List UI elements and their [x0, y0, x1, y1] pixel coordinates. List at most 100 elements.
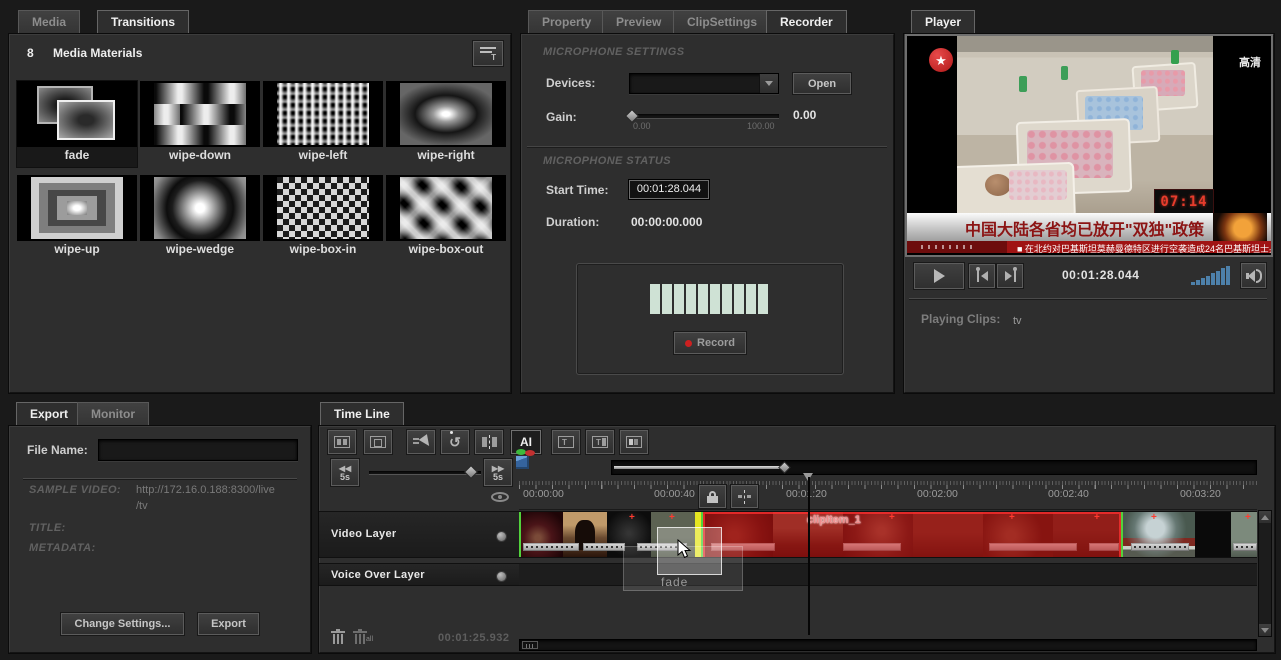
tab-recorder[interactable]: Recorder	[766, 10, 847, 33]
tab-monitor[interactable]: Monitor	[77, 402, 149, 425]
tab-export[interactable]: Export	[16, 402, 82, 425]
metadata-label: METADATA:	[29, 542, 96, 554]
start-time-label: Start Time:	[546, 183, 608, 197]
reset-marker-button[interactable]: ↺	[441, 430, 469, 454]
clip-thumbnail	[563, 512, 607, 558]
title-clip-button[interactable]: T	[552, 430, 580, 454]
ruler-label: 00:02:00	[917, 488, 958, 500]
eye-icon[interactable]	[491, 492, 509, 502]
mute-button[interactable]	[1241, 263, 1266, 288]
playing-clips-value: tv	[1013, 315, 1022, 327]
overwrite-clip-icon	[334, 436, 350, 448]
vertical-scrollbar[interactable]	[1258, 510, 1272, 637]
transition-item-wipe-down[interactable]: wipe-down	[140, 81, 260, 167]
select-tool-button[interactable]	[407, 430, 435, 454]
gain-value: 0.00	[793, 108, 816, 122]
overwrite-clip-button[interactable]	[328, 430, 356, 454]
tab-clipsettings[interactable]: ClipSettings	[673, 10, 771, 33]
devices-dropdown[interactable]	[629, 73, 779, 94]
transition-item-wipe-up[interactable]: wipe-up	[17, 175, 137, 261]
titles-toggle-button[interactable]: T	[473, 41, 503, 66]
open-button[interactable]: Open	[793, 73, 851, 94]
export-button[interactable]: Export	[198, 613, 259, 635]
scroll-down-button[interactable]	[1259, 624, 1271, 636]
microphone-settings-heading: MICROPHONE SETTINGS	[543, 46, 684, 58]
transition-thumbnail	[263, 81, 383, 147]
transition-item-wipe-left[interactable]: wipe-left	[263, 81, 383, 167]
record-meter-panel: Record	[576, 263, 844, 375]
record-button[interactable]: Record	[674, 332, 746, 354]
divider	[527, 146, 887, 147]
selected-clip[interactable]: clipItem_1	[703, 512, 1121, 558]
speaker-icon	[1246, 269, 1262, 283]
volume-meter[interactable]	[1190, 265, 1238, 285]
transition-item-wipe-box-out[interactable]: wipe-box-out	[386, 175, 506, 261]
trash-icon	[331, 629, 345, 644]
transition-item-wipe-wedge[interactable]: wipe-wedge	[140, 175, 260, 261]
jump-forward-button[interactable]: ▶▶ 5s	[484, 459, 512, 486]
play-icon	[934, 269, 945, 283]
scroll-up-button[interactable]	[1259, 511, 1271, 523]
divider	[23, 478, 297, 479]
horizontal-scrollbar-thumb[interactable]	[522, 641, 538, 649]
gain-slider-track[interactable]	[629, 114, 779, 119]
solid-clip-button[interactable]	[620, 430, 648, 454]
microphone-status-heading: MICROPHONE STATUS	[543, 155, 671, 167]
timeline-current-time: 00:01:25.932	[438, 632, 509, 644]
dropdown-arrow-button[interactable]	[759, 74, 778, 93]
timeline-ruler[interactable]: 00:00:00 00:00:40 00:01:20 00:02:00 00:0…	[519, 481, 1257, 510]
transition-label: wipe-left	[263, 148, 383, 162]
gain-max: 100.00	[747, 121, 775, 131]
trim-snap-button[interactable]	[731, 485, 758, 508]
voice-over-layer-header[interactable]: Voice Over Layer	[319, 563, 519, 586]
timeline-seekbar[interactable]	[611, 460, 1257, 475]
tab-property[interactable]: Property	[528, 10, 605, 33]
headline-graphic	[1213, 213, 1267, 241]
transition-item-wipe-right[interactable]: wipe-right	[386, 81, 506, 167]
record-button-label: Record	[697, 337, 735, 349]
zoom-slider-thumb[interactable]	[464, 465, 478, 479]
tab-media[interactable]: Media	[18, 10, 80, 33]
transition-thumbnail	[17, 175, 137, 241]
tab-preview[interactable]: Preview	[602, 10, 675, 33]
file-name-input[interactable]	[98, 439, 298, 461]
news-ticker: ■ 在北约对巴基斯坦莫赫曼德特区进行空袭造成24名巴基斯坦士兵阵	[907, 241, 1271, 253]
playhead-line[interactable]	[808, 477, 810, 635]
jump-forward-label: 5s	[493, 473, 503, 482]
ruler-label: 00:03:20	[1180, 488, 1221, 500]
lock-track-button[interactable]	[699, 485, 726, 508]
title-overlay-button[interactable]: T	[586, 430, 614, 454]
transition-thumbnail	[386, 175, 506, 241]
transition-label: wipe-right	[386, 148, 506, 162]
start-time-field[interactable]: 00:01:28.044	[629, 180, 709, 199]
delete-all-clips-button[interactable]: all	[353, 629, 375, 644]
duration-label: Duration:	[546, 215, 599, 229]
insert-clip-button[interactable]	[364, 430, 392, 454]
horizontal-scrollbar[interactable]	[519, 639, 1257, 651]
next-marker-button[interactable]	[997, 264, 1023, 288]
change-settings-button[interactable]: Change Settings...	[61, 613, 184, 635]
track-enable-dot[interactable]	[496, 571, 507, 582]
track-enable-dot[interactable]	[496, 531, 507, 542]
tab-transitions[interactable]: Transitions	[97, 10, 189, 33]
split-clip-button[interactable]	[475, 430, 503, 454]
tab-player[interactable]: Player	[911, 10, 975, 33]
duration-value: 00:00:00.000	[631, 215, 702, 229]
delete-clip-button[interactable]	[331, 629, 345, 644]
lock-icon	[707, 491, 718, 503]
transition-item-fade[interactable]: fade	[17, 81, 137, 167]
transitions-panel: 8 Media Materials T fade	[8, 33, 512, 394]
title-label: TITLE:	[29, 522, 66, 534]
transition-item-wipe-box-in[interactable]: wipe-box-in	[263, 175, 383, 261]
recorder-panel: MICROPHONE SETTINGS Devices: Open Gain: …	[520, 33, 895, 394]
broadcast-clock: 07:14	[1154, 189, 1214, 215]
jump-back-button[interactable]: ◀◀ 5s	[331, 459, 359, 486]
play-button[interactable]	[914, 263, 964, 289]
tab-timeline[interactable]: Time Line	[320, 402, 404, 425]
devices-label: Devices:	[546, 76, 595, 90]
ruler-label: 00:00:40	[654, 488, 695, 500]
timeline-panel: ↺ AI T T ◀◀ 5s ▶▶ 5s	[318, 425, 1276, 654]
previous-marker-button[interactable]	[969, 264, 995, 288]
video-layer-header[interactable]: Video Layer	[319, 511, 519, 558]
divider	[909, 298, 1267, 299]
